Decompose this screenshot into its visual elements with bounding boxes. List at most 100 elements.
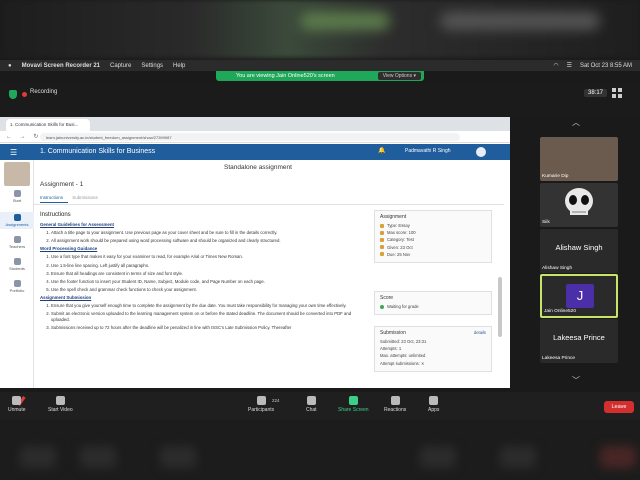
security-shield-icon[interactable] bbox=[9, 90, 17, 99]
info-max-score: Max score: 100 bbox=[387, 230, 416, 236]
page-title: Standalone assignment bbox=[224, 164, 292, 171]
info-given: Given: 23 Oct bbox=[387, 244, 413, 250]
participant-tile[interactable]: Siik bbox=[540, 183, 618, 227]
chat-button[interactable]: Chat bbox=[306, 396, 317, 413]
participant-tile-active-speaker[interactable]: J Jain Online520 bbox=[540, 274, 618, 318]
menubar-app-name[interactable]: Movavi Screen Recorder 21 bbox=[22, 63, 100, 69]
info-type: Type: Essay bbox=[387, 223, 410, 228]
chevron-up-icon[interactable]: ︿ bbox=[572, 117, 580, 128]
reactions-button[interactable]: Reactions bbox=[384, 396, 406, 413]
menu-help[interactable]: Help bbox=[173, 63, 185, 69]
apple-icon[interactable]: ● bbox=[8, 63, 12, 69]
meeting-timer: 38:17 bbox=[584, 89, 608, 97]
assignment-title: Assignment - 1 bbox=[40, 181, 84, 188]
list-item: Submit an electronic version uploaded to… bbox=[51, 311, 370, 323]
list-item: Use the footer function to insert your S… bbox=[51, 279, 370, 285]
info-row: Given: 23 Oct bbox=[380, 245, 486, 250]
section-submission-title: Assignment Submission bbox=[40, 294, 92, 300]
participants-button[interactable]: Participants bbox=[248, 396, 274, 413]
browser-tab[interactable]: 1. Communication Skills for Busi... bbox=[6, 119, 90, 131]
chat-label: Chat bbox=[306, 407, 317, 413]
participant-name: Kumarie Dip bbox=[542, 174, 569, 179]
list-item: Ensure that you give yourself enough tim… bbox=[51, 303, 370, 309]
view-options-button[interactable]: View Options ▾ bbox=[377, 72, 421, 80]
participant-name: Alishaw Singh bbox=[542, 266, 573, 271]
start-video-button[interactable]: Start Video bbox=[48, 396, 73, 413]
apps-button[interactable]: Apps bbox=[428, 396, 439, 413]
nav-assignments[interactable]: Assignments bbox=[0, 212, 34, 229]
score-row: Waiting for grade bbox=[380, 304, 486, 309]
info-row: Category: Test bbox=[380, 237, 486, 242]
screen-share-banner: You are viewing Jain Online520's screen … bbox=[216, 71, 424, 81]
score-icon bbox=[380, 230, 384, 235]
page-scrollbar[interactable] bbox=[498, 277, 502, 337]
section-word-title: Word Processing Guidance bbox=[40, 246, 98, 252]
menu-settings[interactable]: Settings bbox=[141, 63, 163, 69]
hamburger-menu-icon[interactable]: ☰ bbox=[10, 148, 17, 157]
submission-row: Attempts: 1 bbox=[380, 346, 402, 352]
assignment-info-card: Assignment Type: Essay Max score: 100 Ca… bbox=[374, 210, 492, 263]
portfolio-icon bbox=[13, 280, 21, 287]
divider bbox=[34, 204, 504, 205]
instructions-body: Instructions General Guidelines for Asse… bbox=[40, 212, 370, 333]
apps-label: Apps bbox=[428, 407, 440, 413]
menu-capture[interactable]: Capture bbox=[110, 63, 131, 69]
recording-label: Recording bbox=[30, 89, 58, 95]
info-due: Due: 25 Nov bbox=[387, 251, 411, 257]
list-item: Attach a title page to your assignment. … bbox=[51, 230, 370, 236]
participant-tile[interactable]: Kumarie Dip bbox=[540, 137, 618, 181]
nav-students[interactable]: Students bbox=[0, 258, 34, 271]
wifi-icon[interactable]: ◠ bbox=[553, 62, 558, 69]
reactions-label: Reactions bbox=[384, 407, 407, 413]
tab-instructions[interactable]: Instructions bbox=[40, 195, 63, 200]
submission-row: Submitted: 23 Oct, 23:31 bbox=[380, 339, 427, 344]
info-row: Type: Essay bbox=[380, 223, 486, 228]
reactions-icon bbox=[390, 396, 400, 405]
chevron-down-icon[interactable]: ﹀ bbox=[572, 375, 580, 386]
participants-label: Participants bbox=[248, 407, 275, 413]
leave-button[interactable]: Leave bbox=[604, 401, 634, 413]
students-icon bbox=[13, 258, 21, 265]
user-name[interactable]: Padmavathi R Singh bbox=[405, 148, 451, 154]
submission-row: Attempt submissions: ✕ bbox=[380, 360, 425, 366]
submission-details-link[interactable]: details bbox=[474, 330, 486, 335]
menubar-datetime[interactable]: Sat Oct 23 8:55 AM bbox=[580, 63, 632, 69]
user-avatar[interactable] bbox=[476, 147, 486, 157]
submission-card: Submission details Submitted: 23 Oct, 23… bbox=[374, 326, 492, 372]
list-item: Use a font type that makes it easy for y… bbox=[51, 254, 370, 260]
notification-bell-icon[interactable]: 🔔 bbox=[378, 147, 385, 154]
score-heading: Score bbox=[380, 295, 394, 301]
share-screen-label: Share Screen bbox=[338, 407, 369, 413]
video-camera-icon bbox=[55, 396, 65, 405]
info-row: Due: 25 Nov bbox=[380, 252, 486, 257]
participant-tile[interactable]: Alishaw Singh Alishaw Singh bbox=[540, 229, 618, 273]
calendar-icon bbox=[380, 245, 384, 250]
assignment-tabs: Instructions Submissions bbox=[40, 195, 98, 200]
url-field[interactable]: learn.jainuniversity.ac.in/student_freed… bbox=[40, 133, 460, 141]
info-row: Max score: 100 bbox=[380, 230, 486, 235]
share-screen-button[interactable]: Share Screen bbox=[338, 396, 369, 413]
mac-menubar: ● Movavi Screen Recorder 21 Capture Sett… bbox=[0, 60, 640, 71]
nav-teachers[interactable]: Teachers bbox=[0, 236, 34, 249]
browser-nav-buttons[interactable]: ← → ↻ bbox=[6, 133, 41, 140]
skull-avatar-icon bbox=[565, 188, 593, 215]
share-banner-text: You are viewing Jain Online520's screen bbox=[236, 73, 335, 79]
teachers-icon bbox=[13, 236, 21, 243]
start-video-label: Start Video bbox=[48, 407, 73, 413]
nav-portfolio[interactable]: Portfolio bbox=[0, 280, 34, 293]
gallery-view-icon[interactable] bbox=[612, 88, 622, 98]
microphone-icon bbox=[12, 396, 22, 405]
unmute-button[interactable]: Unmute bbox=[8, 396, 26, 413]
list-item: All assignment work should be prepared u… bbox=[51, 238, 370, 244]
tab-submissions[interactable]: Submissions bbox=[72, 195, 98, 200]
browser-tabbar: 1. Communication Skills for Busi... bbox=[0, 117, 510, 131]
video-thumbnail bbox=[4, 162, 30, 186]
participant-tile[interactable]: Lakeesa Prince Lakeesa Prince bbox=[540, 319, 618, 363]
participant-gallery: ︿ Kumarie Dip Siik Alishaw Singh Alishaw… bbox=[536, 117, 622, 388]
type-icon bbox=[380, 223, 384, 228]
participant-display-name: Alishaw Singh bbox=[555, 243, 603, 252]
list-item: Ensure that all headings are consistent … bbox=[51, 271, 370, 277]
active-tab-underline bbox=[40, 202, 68, 203]
control-center-icon[interactable]: ☰ bbox=[567, 62, 572, 69]
nav-start[interactable]: Start bbox=[0, 190, 34, 203]
